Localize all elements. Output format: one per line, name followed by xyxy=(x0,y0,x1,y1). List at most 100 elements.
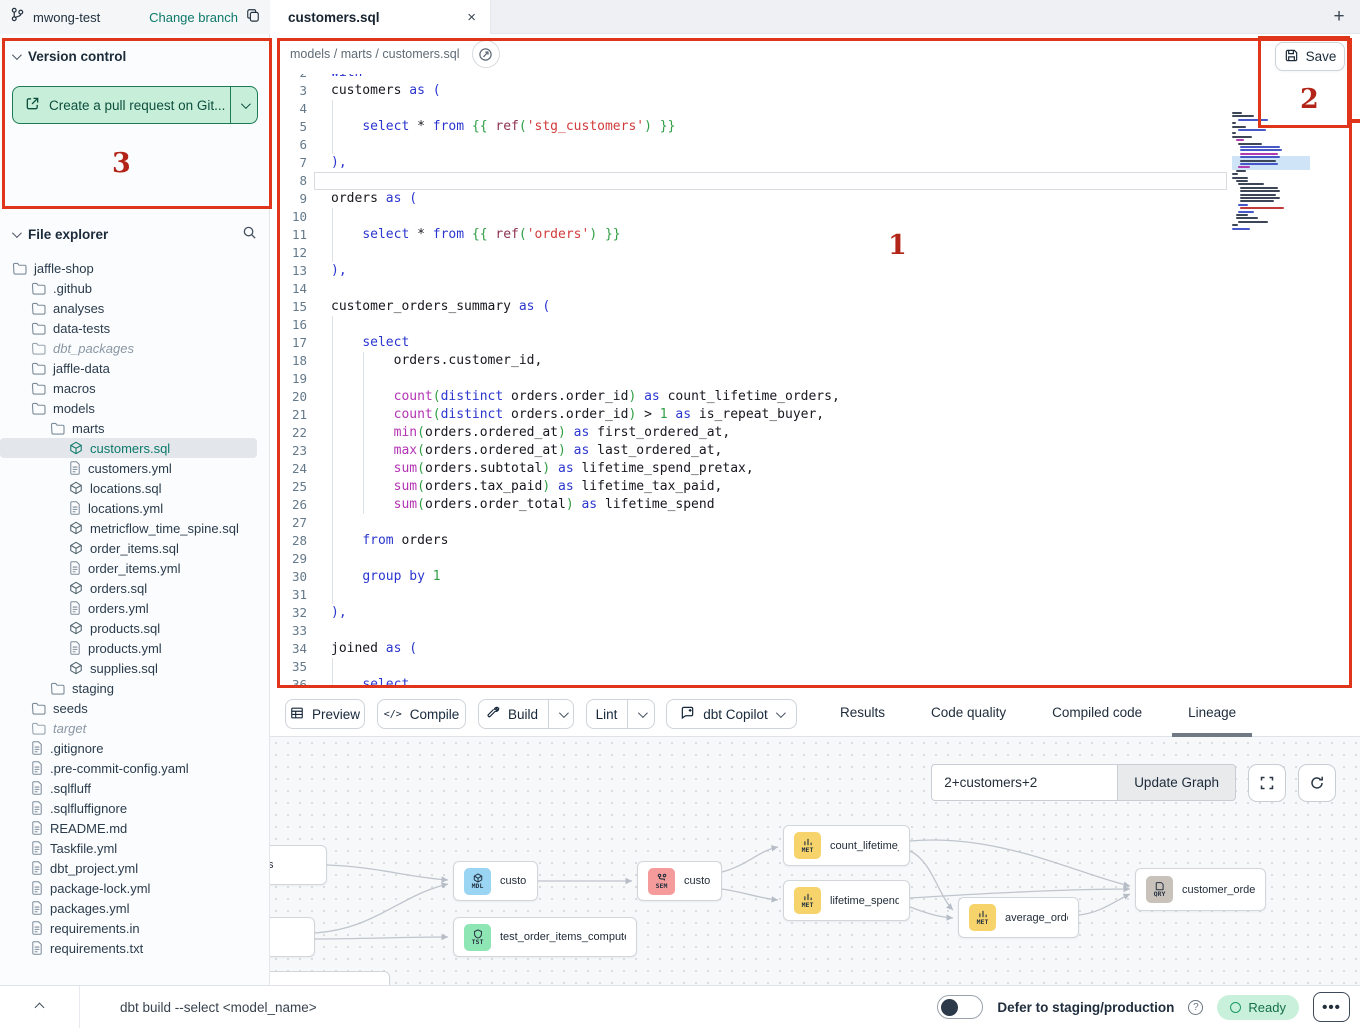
change-branch-link[interactable]: Change branch xyxy=(149,10,238,25)
code-editor[interactable]: 2with3customers as (45 select * from {{ … xyxy=(270,74,1360,690)
editor-tab-customers-sql[interactable]: customers.sql × xyxy=(270,0,491,34)
file-item-locations.sql[interactable]: locations.sql xyxy=(0,478,257,498)
file-item-requirements.txt[interactable]: requirements.txt xyxy=(0,938,257,958)
command-bar-collapse[interactable] xyxy=(0,986,80,1028)
file-icon xyxy=(31,841,43,855)
lineage-node-average_order_value[interactable]: METaverage_order_value xyxy=(958,897,1079,938)
file-item-dbt_packages[interactable]: dbt_packages xyxy=(0,338,257,358)
lineage-node-stg_customers[interactable]: MDLstg_customers xyxy=(270,845,327,885)
dbt-copilot-button[interactable]: dbt Copilot xyxy=(666,699,797,729)
file-item-package-lock.yml[interactable]: package-lock.yml xyxy=(0,878,257,898)
update-graph-button[interactable]: Update Graph xyxy=(1117,764,1236,801)
lineage-node-customers[interactable]: SEMcustomers xyxy=(637,861,722,901)
file-item-.github[interactable]: .github xyxy=(0,278,257,298)
fullscreen-button[interactable] xyxy=(1248,764,1286,802)
file-item-Taskfile.yml[interactable]: Taskfile.yml xyxy=(0,838,257,858)
file-item-dbt_project.yml[interactable]: dbt_project.yml xyxy=(0,858,257,878)
file-icon xyxy=(31,921,43,935)
build-button[interactable]: Build xyxy=(478,699,574,729)
file-explorer-header[interactable]: File explorer xyxy=(12,225,257,243)
file-item-target[interactable]: target xyxy=(0,718,257,738)
file-item-macros[interactable]: macros xyxy=(0,378,257,398)
file-item-.sqlfluffignore[interactable]: .sqlfluffignore xyxy=(0,798,257,818)
lineage-selector-input[interactable] xyxy=(931,764,1117,801)
close-icon[interactable]: × xyxy=(467,10,476,25)
command-input[interactable] xyxy=(120,1000,680,1015)
file-item-.sqlfluff[interactable]: .sqlfluff xyxy=(0,778,257,798)
file-item-requirements.in[interactable]: requirements.in xyxy=(0,918,257,938)
file-item-customers.sql[interactable]: customers.sql xyxy=(0,438,257,458)
node-label: lifetime_spend_pretax xyxy=(830,895,899,907)
lineage-node-partial[interactable] xyxy=(270,971,390,985)
file-icon xyxy=(69,561,81,575)
file-item-packages.yml[interactable]: packages.yml xyxy=(0,898,257,918)
save-button[interactable]: Save xyxy=(1275,42,1345,71)
lineage-node-lifetime_spend_pretax[interactable]: METlifetime_spend_pretax xyxy=(783,880,910,921)
new-tab-button[interactable]: + xyxy=(1326,4,1352,30)
file-item-marts[interactable]: marts xyxy=(0,418,257,438)
file-item-.gitignore[interactable]: .gitignore xyxy=(0,738,257,758)
file-item-orders.yml[interactable]: orders.yml xyxy=(0,598,257,618)
preview-button[interactable]: Preview xyxy=(285,699,365,729)
file-item-products.sql[interactable]: products.sql xyxy=(0,618,257,638)
file-icon xyxy=(69,461,81,475)
file-item-metricflow_time_spine.sql[interactable]: metricflow_time_spine.sql xyxy=(0,518,257,538)
tab-results[interactable]: Results xyxy=(836,688,889,737)
lint-dropdown-chevron[interactable] xyxy=(627,700,655,728)
lineage-lens-icon[interactable] xyxy=(472,40,500,68)
file-item-orders.sql[interactable]: orders.sql xyxy=(0,578,257,598)
file-item-data-tests[interactable]: data-tests xyxy=(0,318,257,338)
file-item-seeds[interactable]: seeds xyxy=(0,698,257,718)
file-name: .pre-commit-config.yaml xyxy=(50,761,189,776)
pr-dropdown-chevron[interactable] xyxy=(230,87,257,123)
file-item-customers.yml[interactable]: customers.yml xyxy=(0,458,257,478)
lineage-node-test_order_items_compute_to_bools...[interactable]: TSTtest_order_items_compute_to_bools... xyxy=(453,917,637,957)
more-options-button[interactable]: ••• xyxy=(1313,992,1350,1022)
file-item-locations.yml[interactable]: locations.yml xyxy=(0,498,257,518)
selector-group: Update Graph xyxy=(931,764,1236,802)
search-icon[interactable] xyxy=(242,225,257,243)
tab-title: customers.sql xyxy=(288,10,380,25)
file-item-supplies.sql[interactable]: supplies.sql xyxy=(0,658,257,678)
tab-lineage[interactable]: Lineage xyxy=(1184,688,1240,737)
file-item-order_items.yml[interactable]: order_items.yml xyxy=(0,558,257,578)
lineage-node-customers[interactable]: MDLcustomers xyxy=(453,861,538,901)
file-item-README.md[interactable]: README.md xyxy=(0,818,257,838)
tab-compiled-code[interactable]: Compiled code xyxy=(1048,688,1146,737)
result-tabs: Results Code quality Compiled code Lineage xyxy=(836,688,1240,737)
version-control-title: Version control xyxy=(28,49,126,64)
version-control-header[interactable]: Version control xyxy=(12,49,257,64)
refresh-button[interactable] xyxy=(1298,764,1336,802)
code-line: 10 xyxy=(270,208,1360,226)
file-icon xyxy=(31,781,43,795)
file-item-analyses[interactable]: analyses xyxy=(0,298,257,318)
build-dropdown-chevron[interactable] xyxy=(548,700,576,728)
file-item-jaffle-shop[interactable]: jaffle-shop xyxy=(0,258,257,278)
code-line: 5 select * from {{ ref('stg_customers') … xyxy=(270,118,1360,136)
file-name: customers.yml xyxy=(88,461,172,476)
file-item-.pre-commit-config.yaml[interactable]: .pre-commit-config.yaml xyxy=(0,758,257,778)
create-pull-request-button[interactable]: Create a pull request on Git... xyxy=(12,86,258,124)
folder-icon xyxy=(31,342,46,355)
lineage-node-count_lifetime_orders[interactable]: METcount_lifetime_orders xyxy=(783,825,910,866)
lineage-node-orders[interactable]: MDLorders xyxy=(270,917,315,957)
file-item-models[interactable]: models xyxy=(0,398,257,418)
copy-icon[interactable] xyxy=(246,8,260,27)
file-item-order_items.sql[interactable]: order_items.sql xyxy=(0,538,257,558)
editor-minimap[interactable] xyxy=(1232,112,1316,242)
tab-code-quality[interactable]: Code quality xyxy=(927,688,1010,737)
defer-toggle[interactable] xyxy=(937,995,983,1019)
folder-icon xyxy=(31,302,46,315)
file-name: locations.yml xyxy=(88,501,163,516)
qry-badge-icon: QRY xyxy=(1146,876,1173,903)
file-item-staging[interactable]: staging xyxy=(0,678,257,698)
file-item-jaffle-data[interactable]: jaffle-data xyxy=(0,358,257,378)
file-item-products.yml[interactable]: products.yml xyxy=(0,638,257,658)
lineage-node-customer_order_metrics[interactable]: QRYcustomer_order_metrics xyxy=(1135,868,1266,911)
save-icon xyxy=(1284,48,1299,66)
compile-button[interactable]: </> Compile xyxy=(377,699,466,729)
file-name: staging xyxy=(72,681,114,696)
code-line: 14 xyxy=(270,280,1360,298)
lint-button[interactable]: Lint xyxy=(586,699,655,729)
help-icon[interactable]: ? xyxy=(1188,1000,1203,1015)
